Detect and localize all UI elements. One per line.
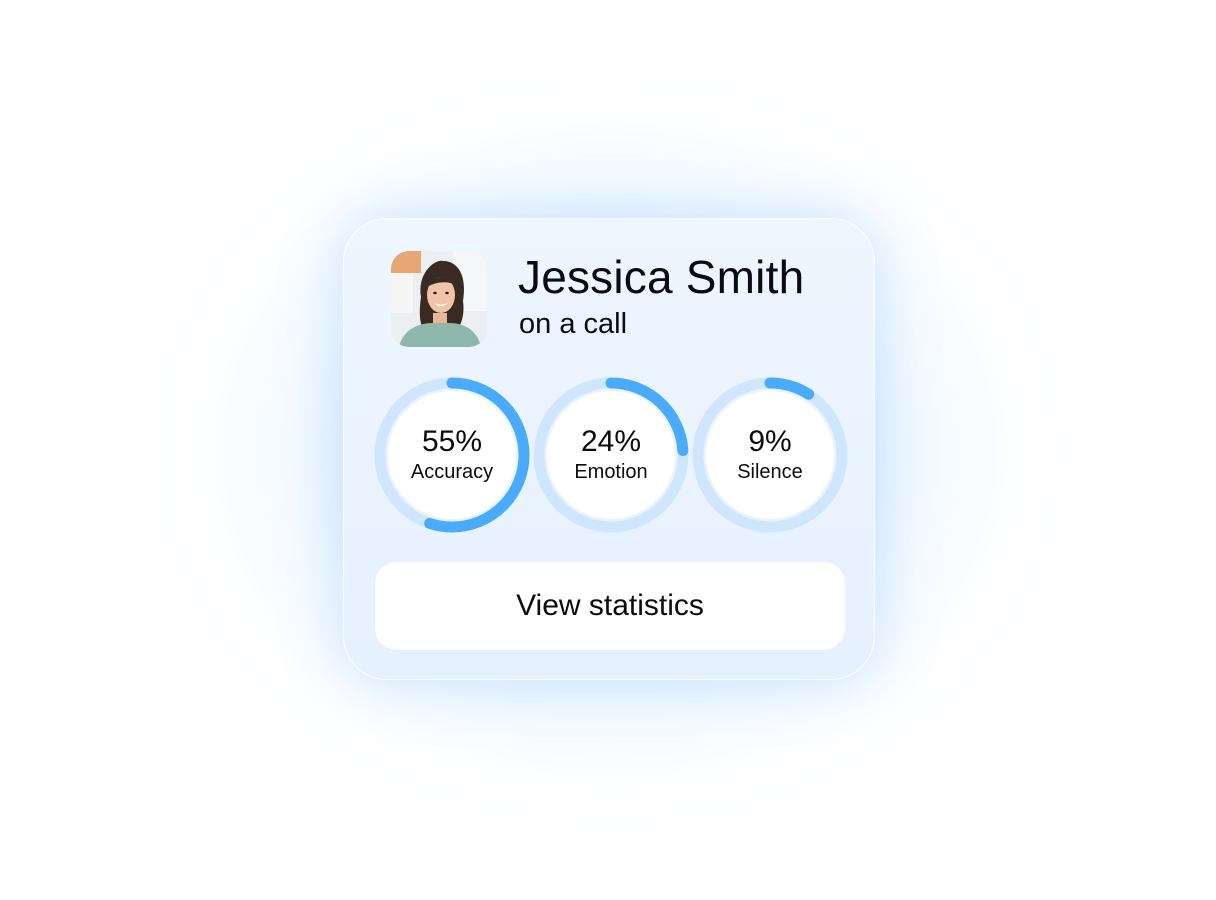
accuracy-label: Accuracy bbox=[410, 461, 494, 483]
emotion-text: 24% Emotion bbox=[533, 377, 689, 533]
silence-text: 9% Silence bbox=[692, 377, 848, 533]
view-statistics-button[interactable]: View statistics bbox=[375, 562, 845, 650]
accuracy-text: 55% Accuracy bbox=[374, 377, 530, 533]
avatar-photo bbox=[391, 251, 487, 347]
call-status-text: on a call bbox=[519, 308, 628, 340]
call-status-card: Jessica Smith on a call 55% Accuracy 24%… bbox=[343, 218, 875, 680]
silence-value: 9% bbox=[748, 425, 792, 458]
gauge-silence: 9% Silence bbox=[692, 377, 848, 533]
emotion-label: Emotion bbox=[574, 461, 648, 483]
metrics-row: 55% Accuracy 24% Emotion 9% Silence bbox=[374, 377, 848, 533]
avatar[interactable] bbox=[391, 251, 487, 347]
accuracy-value: 55% bbox=[421, 425, 483, 458]
emotion-value: 24% bbox=[580, 425, 642, 458]
silence-label: Silence bbox=[737, 461, 803, 483]
gauge-accuracy: 55% Accuracy bbox=[374, 377, 530, 533]
contact-name: Jessica Smith bbox=[518, 251, 805, 303]
gauge-emotion: 24% Emotion bbox=[533, 377, 689, 533]
